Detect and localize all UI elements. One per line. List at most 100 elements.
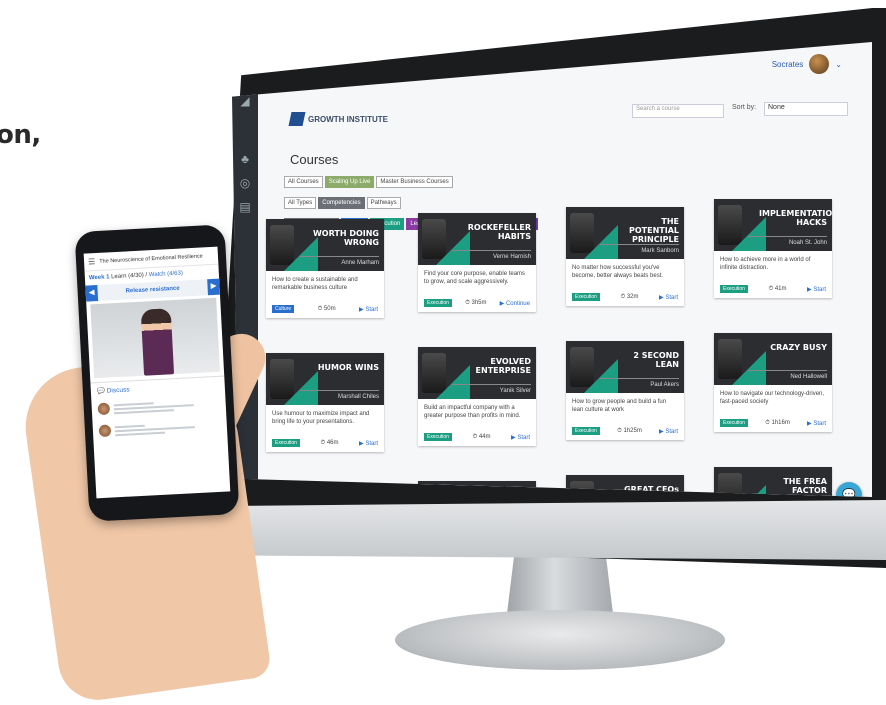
course-card[interactable]: EVOLVED ENTERPRISE Yanik Silver Build an i… bbox=[418, 347, 536, 446]
course-card[interactable]: THE POTENTIAL PRINCIPLE Mark Sanborn No ma… bbox=[566, 207, 684, 306]
filter-chip[interactable]: All Courses bbox=[284, 176, 323, 188]
filter-chip[interactable]: Scaling Up Live bbox=[324, 176, 375, 188]
filter-row: All Courses Scaling Up Live Master Busines… bbox=[284, 170, 564, 191]
course-title: ROCKEFELLER HABITS bbox=[467, 223, 531, 241]
compass-icon[interactable]: ◎ bbox=[237, 176, 253, 190]
chevron-down-icon[interactable]: ⌄ bbox=[835, 60, 842, 69]
course-description: Build an impactful company with a greate… bbox=[424, 405, 521, 419]
start-button[interactable]: ▶ Start bbox=[659, 294, 678, 301]
brand-name: GROWTH INSTITUTE bbox=[308, 114, 388, 124]
course-description: How to achieve more in a world of infini… bbox=[720, 257, 811, 271]
comment-text-lines bbox=[113, 398, 194, 416]
page-title: Courses bbox=[290, 152, 339, 167]
start-label: Start bbox=[365, 440, 378, 447]
duration-text: 50m bbox=[323, 305, 336, 312]
duration-text: 32m bbox=[626, 293, 639, 300]
filter-chip[interactable]: Master Business Courses bbox=[376, 176, 453, 188]
banner-accent bbox=[284, 371, 318, 405]
play-icon: ▶ bbox=[807, 420, 812, 427]
category-tag[interactable]: Execution bbox=[720, 419, 748, 427]
headline-text: on, bbox=[0, 120, 41, 150]
clock-icon: ⏱ bbox=[620, 293, 626, 300]
search-input[interactable]: Search a course bbox=[632, 104, 724, 118]
course-title: THE FREA FACTOR bbox=[783, 477, 827, 495]
course-description: Use humour to maximize impact and bring … bbox=[272, 411, 370, 425]
course-title: WORTH DOING WRONG bbox=[312, 229, 379, 247]
course-banner: CRAZY BUSY Ned Hallowell bbox=[714, 333, 832, 385]
course-title: 2 SECOND LEAN bbox=[633, 351, 679, 369]
category-tag[interactable]: Execution bbox=[424, 433, 452, 441]
duration: ⏱ 1h16m bbox=[765, 420, 790, 427]
duration: ⏱ 44m bbox=[472, 434, 490, 441]
category-tag[interactable]: Execution bbox=[572, 427, 600, 435]
play-icon: ▶ bbox=[499, 300, 505, 307]
start-button[interactable]: ▶ Start bbox=[359, 306, 378, 313]
start-label: Start bbox=[813, 420, 826, 427]
course-title: EVOLVED ENTERPRISE bbox=[475, 357, 531, 375]
start-label: Start bbox=[517, 434, 530, 441]
banner-divider bbox=[300, 256, 379, 257]
course-title: HUMOR WINS bbox=[317, 363, 379, 372]
banner-accent bbox=[732, 351, 766, 385]
duration: ⏱ 50m bbox=[318, 306, 336, 313]
hamburger-icon[interactable]: ☰ bbox=[88, 257, 96, 266]
course-banner: EVOLVED ENTERPRISE Yanik Silver bbox=[418, 347, 536, 399]
user-menu[interactable]: Socrates ⌄ bbox=[772, 54, 842, 74]
week-label: Week 1 bbox=[88, 274, 110, 282]
course-card[interactable]: IMPLEMENTATION HACKS Noah St. John How to … bbox=[714, 199, 832, 298]
course-card[interactable]: HUMOR WINS Marshall Chiles Use humour to m… bbox=[266, 353, 384, 452]
duration-text: 1h16m bbox=[771, 419, 790, 426]
brand-logo[interactable]: GROWTH INSTITUTE bbox=[288, 112, 388, 126]
video-player[interactable] bbox=[90, 297, 221, 379]
course-author: Anne Marham bbox=[341, 260, 379, 266]
category-tag[interactable]: Execution bbox=[424, 299, 452, 307]
category-tag[interactable]: Execution bbox=[720, 285, 748, 293]
play-icon: ▶ bbox=[659, 428, 664, 435]
course-banner: WORTH DOING WRONG Anne Marham bbox=[266, 219, 384, 271]
course-meta: Execution ⏱ 1h25m ▶ Start bbox=[566, 425, 684, 440]
duration: ⏱ 3h5m bbox=[465, 300, 486, 307]
start-button[interactable]: ▶ Start bbox=[807, 420, 826, 427]
sort-select[interactable]: None bbox=[764, 102, 848, 116]
category-tag[interactable]: Culture bbox=[272, 305, 295, 313]
book-icon[interactable]: ▤ bbox=[237, 200, 253, 214]
course-meta: Execution ⏱ 44m ▶ Start bbox=[418, 431, 536, 446]
user-name[interactable]: Socrates bbox=[772, 60, 804, 69]
course-card[interactable]: ROCKEFELLER HABITS Verne Harnish Find your… bbox=[418, 213, 536, 312]
sort-label: Sort by: bbox=[732, 104, 757, 111]
logo-icon[interactable]: ◢ bbox=[237, 94, 253, 108]
course-card[interactable]: WORTH DOING WRONG Anne Marham How to creat… bbox=[266, 219, 384, 318]
chat-icon: 💬 bbox=[96, 387, 106, 396]
monitor-screen: ◢ ♣ ◎ ▤ GROWTH INSTITUTE Socrates ⌄ Sear… bbox=[232, 42, 872, 497]
clock-icon: ⏱ bbox=[320, 439, 326, 446]
start-button[interactable]: ▶ Continue bbox=[500, 300, 530, 307]
course-title: THE POTENTIAL PRINCIPLE bbox=[628, 217, 679, 244]
course-card[interactable]: 2 SECOND LEAN Paul Akers How to grow peopl… bbox=[566, 341, 684, 440]
prev-arrow-icon[interactable]: ◀ bbox=[85, 285, 99, 302]
duration-text: 44m bbox=[478, 433, 491, 440]
clock-icon: ⏱ bbox=[617, 427, 622, 434]
course-title: IMPLEMENTATION HACKS bbox=[759, 209, 832, 227]
start-button[interactable]: ▶ Start bbox=[807, 286, 826, 293]
category-tag[interactable]: Execution bbox=[272, 439, 300, 447]
duration-text: 46m bbox=[326, 439, 339, 446]
tree-icon[interactable]: ♣ bbox=[237, 152, 253, 166]
learn-link[interactable]: Learn (4/30) bbox=[111, 273, 144, 281]
course-banner: THE FREA FACTOR bbox=[714, 467, 832, 497]
course-grid: WORTH DOING WRONG Anne Marham How to creat… bbox=[266, 197, 872, 497]
course-card[interactable]: CRAZY BUSY Ned Hallowell How to navigate o… bbox=[714, 333, 832, 432]
next-arrow-icon[interactable]: ▶ bbox=[207, 278, 220, 296]
start-button[interactable]: ▶ Start bbox=[359, 440, 378, 447]
course-author: Ned Hallowell bbox=[790, 374, 827, 380]
course-meta: Culture ⏱ 50m ▶ Start bbox=[266, 303, 384, 318]
watch-link[interactable]: Watch (4/63) bbox=[149, 271, 183, 279]
start-button[interactable]: ▶ Start bbox=[659, 428, 678, 435]
banner-divider bbox=[600, 244, 679, 245]
avatar[interactable] bbox=[809, 54, 830, 74]
duration-text: 1h25m bbox=[623, 427, 642, 434]
start-label: Start bbox=[813, 286, 826, 293]
lesson-title: Release resistance bbox=[125, 285, 180, 295]
start-button[interactable]: ▶ Start bbox=[511, 434, 530, 441]
course-card[interactable]: THE FREA FACTOR bbox=[714, 467, 832, 497]
category-tag[interactable]: Execution bbox=[572, 293, 600, 301]
